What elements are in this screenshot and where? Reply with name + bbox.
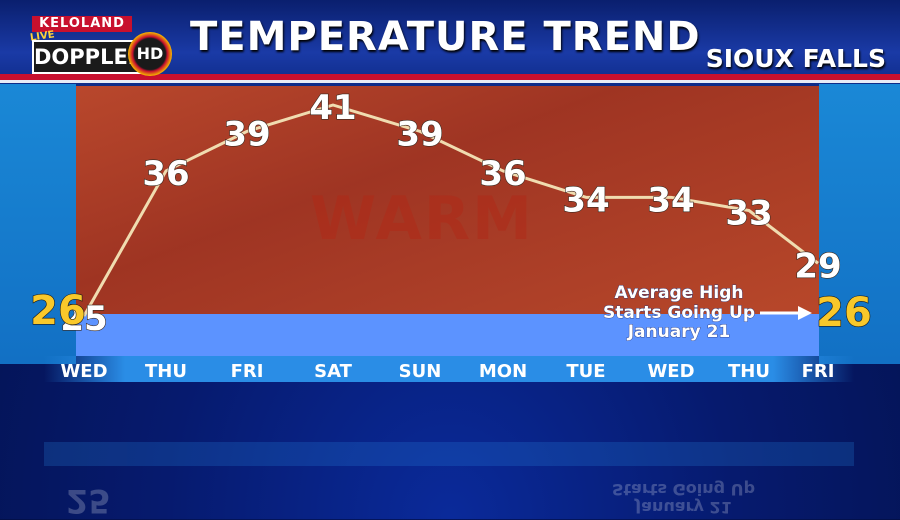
x-tick-label: FRI xyxy=(231,361,264,382)
reflection-band xyxy=(44,442,854,466)
x-tick-label: TUE xyxy=(566,361,605,382)
x-tick-label: SAT xyxy=(314,361,352,382)
data-label: 39 xyxy=(396,114,443,154)
annotation-line: Starts Going Up xyxy=(603,303,755,323)
annotation-line: January 21 xyxy=(627,322,731,342)
annotation-line: Average High xyxy=(615,283,744,303)
reflection-first-value: 25 xyxy=(66,482,111,520)
average-arrow-head xyxy=(798,306,812,320)
data-label: 41 xyxy=(309,88,356,128)
data-label: 36 xyxy=(479,154,526,194)
data-label: 34 xyxy=(562,180,609,220)
data-label: 29 xyxy=(794,246,841,286)
x-tick-label: WED xyxy=(647,361,694,382)
reflection-annotation-line: January 21 xyxy=(635,498,732,517)
x-tick-label: FRI xyxy=(802,361,835,382)
data-label: 34 xyxy=(647,180,694,220)
floor-reflection: 25 January 21 Starts Going Up xyxy=(0,440,900,520)
x-tick-label: THU xyxy=(145,361,187,382)
x-tick-label: SUN xyxy=(399,361,442,382)
x-tick-label: WED xyxy=(60,361,107,382)
data-label: 33 xyxy=(725,194,772,234)
reflection-annotation-line: Starts Going Up xyxy=(612,480,756,499)
data-label: 36 xyxy=(142,154,189,194)
x-tick-label: THU xyxy=(728,361,770,382)
reflection-annotation: January 21 Starts Going Up xyxy=(612,480,756,517)
data-label: 39 xyxy=(223,114,270,154)
x-tick-label: MON xyxy=(479,361,527,382)
average-high-end-value: 26 xyxy=(816,290,872,336)
average-high-start-value: 26 xyxy=(30,288,86,334)
